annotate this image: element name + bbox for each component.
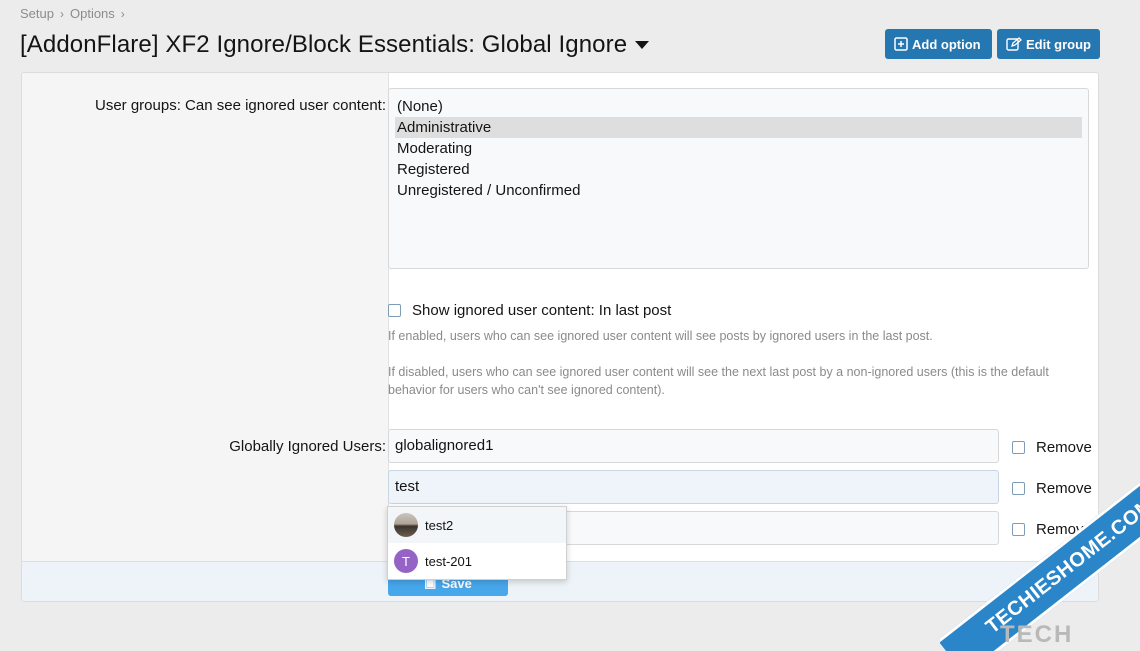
user-autocomplete-dropdown: test2 T test-201 — [387, 506, 567, 580]
autocomplete-item-test-201[interactable]: T test-201 — [388, 543, 566, 579]
user-groups-label: User groups: Can see ignored user conten… — [95, 97, 386, 114]
edit-group-button[interactable]: Edit group — [997, 29, 1100, 59]
remove-label-2: Remove — [1036, 480, 1092, 497]
avatar: T — [394, 549, 418, 573]
plus-square-icon — [894, 37, 908, 51]
remove-row-2[interactable]: Remove — [1012, 480, 1092, 497]
watermark-text: TECH — [1000, 621, 1074, 648]
avatar — [394, 513, 418, 537]
chevron-right-icon: › — [59, 6, 64, 21]
remove-checkbox-3[interactable] — [1012, 523, 1025, 536]
user-group-option-moderating[interactable]: Moderating — [395, 138, 1082, 159]
globally-ignored-label: Globally Ignored Users: — [229, 438, 386, 455]
user-group-option-registered[interactable]: Registered — [395, 159, 1082, 180]
edit-group-label: Edit group — [1026, 36, 1091, 52]
page-title-text: [AddonFlare] XF2 Ignore/Block Essentials… — [20, 31, 628, 58]
ignored-user-input-1[interactable]: globalignored1 — [388, 429, 999, 463]
user-group-option-unregistered[interactable]: Unregistered / Unconfirmed — [395, 180, 1082, 201]
show-ignored-checkbox-row[interactable]: Show ignored user content: In last post — [388, 302, 671, 319]
show-ignored-hint-enabled: If enabled, users who can see ignored us… — [388, 329, 933, 343]
remove-checkbox-2[interactable] — [1012, 482, 1025, 495]
remove-label-1: Remove — [1036, 439, 1092, 456]
remove-label-3: Remove — [1036, 521, 1092, 538]
autocomplete-username: test-201 — [425, 553, 472, 569]
user-group-option-none[interactable]: (None) — [395, 96, 1082, 117]
edit-icon — [1006, 37, 1022, 51]
caret-down-icon[interactable] — [635, 41, 650, 49]
user-groups-select[interactable]: (None) Administrative Moderating Registe… — [388, 88, 1089, 269]
autocomplete-username: test2 — [425, 517, 454, 533]
remove-row-3[interactable]: Remove — [1012, 521, 1092, 538]
remove-checkbox-1[interactable] — [1012, 441, 1025, 454]
add-option-label: Add option — [912, 36, 981, 52]
ignored-user-input-2[interactable]: test — [388, 470, 999, 504]
user-group-option-administrative[interactable]: Administrative — [395, 117, 1082, 138]
remove-row-1[interactable]: Remove — [1012, 439, 1092, 456]
show-ignored-label: Show ignored user content: In last post — [412, 302, 672, 319]
add-option-button[interactable]: Add option — [885, 29, 992, 59]
autocomplete-item-test2[interactable]: test2 — [388, 507, 566, 543]
show-ignored-checkbox[interactable] — [388, 304, 401, 317]
chevron-right-icon: › — [120, 6, 125, 21]
breadcrumb: Setup › Options › — [20, 6, 131, 21]
show-ignored-hint-disabled: If disabled, users who can see ignored u… — [388, 365, 1049, 397]
breadcrumb-options[interactable]: Options — [70, 6, 115, 21]
breadcrumb-setup[interactable]: Setup — [20, 6, 54, 21]
label-column — [22, 73, 389, 561]
page-title[interactable]: [AddonFlare] XF2 Ignore/Block Essentials… — [20, 31, 650, 59]
